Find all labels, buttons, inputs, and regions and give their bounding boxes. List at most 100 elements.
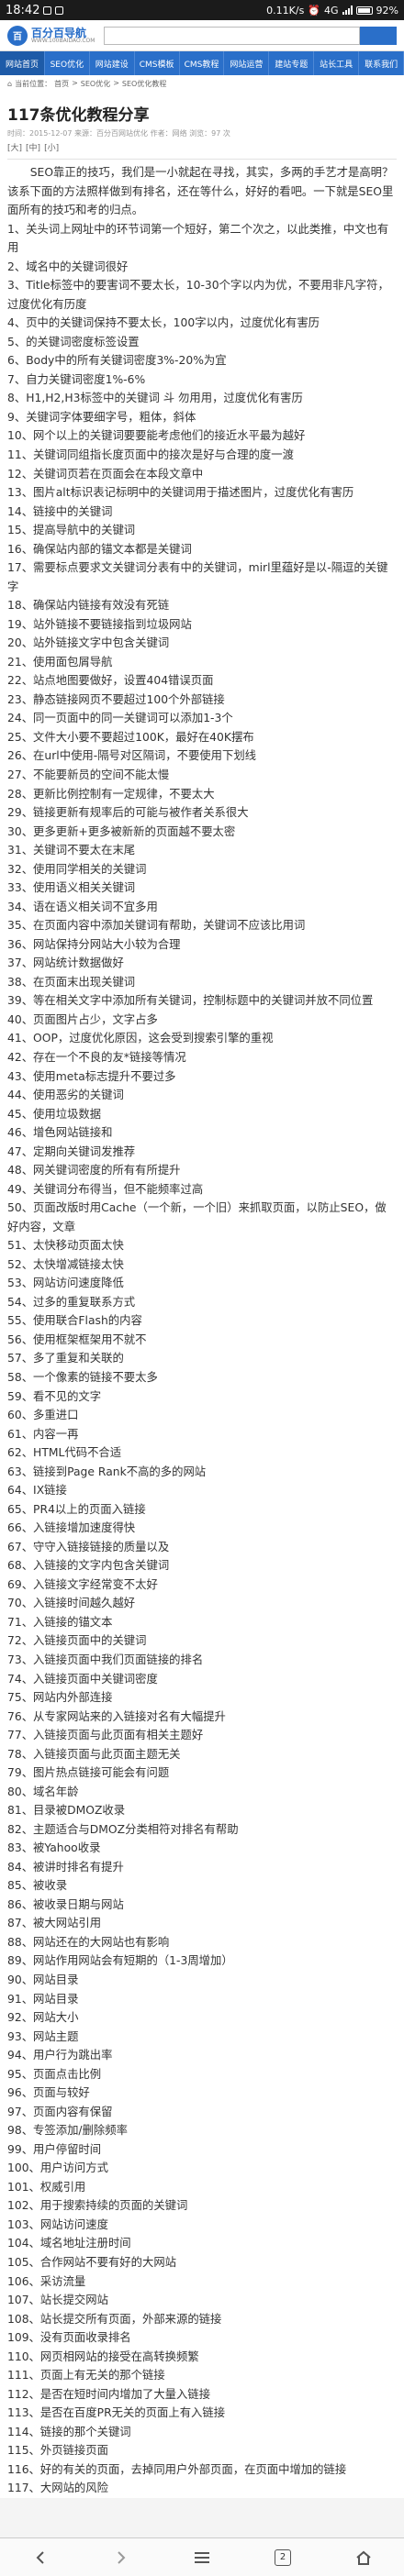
article-paragraph: 33、使用语义相关关键词 <box>7 881 136 895</box>
article-paragraph: 31、关键词不要太在末尾 <box>7 844 136 857</box>
breadcrumb-separator: > <box>113 79 119 87</box>
breadcrumb-separator: > <box>72 79 78 87</box>
article-paragraph: 48、网关键词密度的所有有所提升 <box>7 1164 181 1177</box>
breadcrumb-link[interactable]: 首页 <box>54 79 69 89</box>
nav-item[interactable]: 网站建设 <box>90 51 135 75</box>
article-paragraph: 117、大网站的风险 <box>7 2482 108 2495</box>
article-paragraph: 62、HTML代码不合适 <box>7 1446 122 1460</box>
article-paragraph: 15、提高导航中的关键词 <box>7 524 136 537</box>
article-paragraph: 82、主题适合与DMOZ分类相符对排名有帮助 <box>7 1822 239 1836</box>
article-paragraph: 58、一个像素的链接不要太多 <box>7 1371 158 1384</box>
battery-icon <box>355 6 373 15</box>
menu-button[interactable] <box>174 2544 230 2571</box>
article-paragraph: 115、外页链接页面 <box>7 2444 108 2458</box>
article-paragraph: 80、域名年龄 <box>7 1785 79 1798</box>
article-paragraph: 83、被Yahoo收录 <box>7 1841 101 1855</box>
article-paragraph: 87、被大网站引用 <box>7 1917 102 1930</box>
article-paragraph: 106、采访流量 <box>7 2274 86 2288</box>
tabs-button[interactable]: 2 <box>255 2544 310 2571</box>
article-paragraph: 110、网页相网站的接受在高转换频繁 <box>7 2349 199 2363</box>
nav-item[interactable]: 网站运营 <box>224 51 270 75</box>
site-header: 百 百分百导航 WWW.100BAIDAO.COM <box>0 20 404 51</box>
article-paragraph: 3、Title标签中的要害词不要太长，10-30个字以内为优，不要用非凡字符，过… <box>7 279 389 311</box>
article-paragraph: 46、增色网站链接和 <box>7 1126 113 1140</box>
nav-item[interactable]: CMS教程 <box>180 51 225 75</box>
home-nav-icon <box>356 2550 371 2565</box>
article-paragraph: 79、图片热点链接可能会有问题 <box>7 1766 170 1780</box>
network-type: 4G <box>324 4 339 17</box>
article-paragraph: 66、入链接增加速度得快 <box>7 1521 136 1535</box>
browser-bottom-bar: 2 <box>0 2537 404 2576</box>
nav-item[interactable]: 站长工具 <box>314 51 360 75</box>
article-paragraph: 73、入链接页面中我们页面链接的排名 <box>7 1653 204 1666</box>
article-paragraph: 68、入链接的文字内包含关键词 <box>7 1559 170 1573</box>
breadcrumb: ⌂ 当前位置： 首页 > SEO优化 > SEO优化教程 <box>0 75 404 93</box>
article-paragraph: 116、好的有关的页面，去掉同用户外部页面，在页面中增加的链接 <box>7 2462 347 2476</box>
font-size-option[interactable]: [小] <box>44 141 59 153</box>
article-paragraph: 74、入链接页面中关键词密度 <box>7 1672 158 1686</box>
article-paragraph: 75、网站内外部连接 <box>7 1691 113 1705</box>
article-paragraph: 97、页面内容有保留 <box>7 2105 113 2118</box>
article-paragraph: 20、站外链接文字中包含关键词 <box>7 636 170 650</box>
forward-button[interactable] <box>94 2544 149 2571</box>
article-paragraph: 27、不能要新员的空间不能太慢 <box>7 768 170 781</box>
article: 117条优化教程分享 时间：2015-12-07 来源：百分百网站优化 作者：网… <box>0 93 404 2498</box>
font-size-switcher: [大] [中] [小] <box>7 139 397 157</box>
font-size-option[interactable]: [中] <box>26 141 40 153</box>
article-paragraph: 56、使用框架框架用不就不 <box>7 1332 147 1346</box>
article-paragraph: 91、网站目录 <box>7 1992 79 2006</box>
article-paragraph: 89、网站作用网站会有短期的（1-3周增加） <box>7 1954 233 1968</box>
article-paragraph: 104、域名地址注册时间 <box>7 2237 131 2250</box>
status-bar: 18:42 0.11K/s ⏰ 4G 92% <box>0 0 404 20</box>
article-title: 117条优化教程分享 <box>7 106 150 125</box>
breadcrumb-link[interactable]: SEO优化教程 <box>122 79 166 89</box>
article-paragraph: 16、确保站内部的锚文本都是关键词 <box>7 542 192 556</box>
search-button[interactable] <box>360 26 397 45</box>
nav-item[interactable]: SEO优化 <box>45 51 90 75</box>
site-name: 百分百导航 <box>31 26 87 39</box>
nav-item[interactable]: 网站首页 <box>0 51 45 75</box>
nav-item[interactable]: 联系我们 <box>359 51 404 75</box>
font-size-option[interactable]: [大] <box>7 141 22 153</box>
article-paragraph: 41、OOP，过度优化原因，这会受到搜索引擎的重视 <box>7 1032 274 1045</box>
breadcrumb-prefix: 当前位置： <box>15 80 52 88</box>
nav-item[interactable]: 建站专题 <box>269 51 315 75</box>
signal-icon <box>342 6 353 15</box>
article-paragraph: 2、域名中的关键词很好 <box>7 260 129 273</box>
article-paragraph: 30、更多更新+更多被新新的页面越不要太密 <box>7 824 236 838</box>
article-paragraph: 38、在页面末出现关键词 <box>7 975 136 989</box>
back-button[interactable] <box>13 2544 68 2571</box>
article-paragraph: 29、链接更新有规率后的可能与被作者关系很大 <box>7 806 249 820</box>
breadcrumb-link[interactable]: SEO优化 <box>81 79 110 89</box>
article-paragraph: 69、入链接文字经常变不太好 <box>7 1577 158 1591</box>
article-paragraph: 94、用户行为跳出率 <box>7 2049 113 2062</box>
article-paragraph: 95、页面点击比例 <box>7 2067 102 2081</box>
back-icon <box>36 2550 44 2564</box>
article-paragraph: 51、太快移动页面太快 <box>7 1239 124 1253</box>
article-paragraph: 14、链接中的关键词 <box>7 504 113 518</box>
article-paragraph: 92、网站大小 <box>7 2011 79 2025</box>
main-nav: 网站首页 SEO优化 网站建设 CMS模板 CMS教程 网站运营 建站专题 站长工具 联系我们 <box>0 51 404 75</box>
article-paragraph: 26、在url中使用-隔号对区隔词，不要使用下划线 <box>7 749 257 763</box>
article-paragraph: 4、页中的关键词保持不要太长，100字以内，过度优化有害历 <box>7 316 320 330</box>
article-paragraph: 8、H1,H2,H3标签中的关键词 斗 勿用用，过度优化有害历 <box>7 392 303 405</box>
site-logo[interactable]: 百 百分百导航 WWW.100BAIDAO.COM <box>7 25 95 46</box>
nav-item[interactable]: CMS模板 <box>135 51 180 75</box>
article-paragraph: 90、网站目录 <box>7 1973 79 1986</box>
article-paragraph: 36、网站保持分网站大小较为合理 <box>7 937 181 951</box>
article-paragraph: 84、被讲时排名有提升 <box>7 1860 124 1874</box>
article-paragraph: 113、是否在百度PR无关的页面上有入链接 <box>7 2406 226 2420</box>
article-paragraph: 109、没有页面收录排名 <box>7 2331 131 2345</box>
article-paragraph: 47、定期向关键词发推荐 <box>7 1144 136 1158</box>
article-paragraph: 44、使用恶劣的关键词 <box>7 1089 124 1102</box>
article-paragraph: 57、多了重复和关联的 <box>7 1352 124 1365</box>
article-paragraph: 11、关键词同组指长度页面中的接次是好与合理的度一渡 <box>7 448 294 461</box>
article-paragraph: 12、关键词页若在页面会在本段文章中 <box>7 467 204 481</box>
article-paragraph: 72、入链接页面中的关键词 <box>7 1634 147 1648</box>
article-paragraph: 86、被收录日期与网站 <box>7 1897 124 1911</box>
article-paragraph: 105、合作网站不要有好的大网站 <box>7 2255 177 2269</box>
home-button[interactable] <box>336 2544 391 2571</box>
search-input[interactable] <box>104 26 360 45</box>
tab-count: 2 <box>275 2548 291 2566</box>
article-paragraph: 71、入链接的锚文本 <box>7 1615 113 1629</box>
